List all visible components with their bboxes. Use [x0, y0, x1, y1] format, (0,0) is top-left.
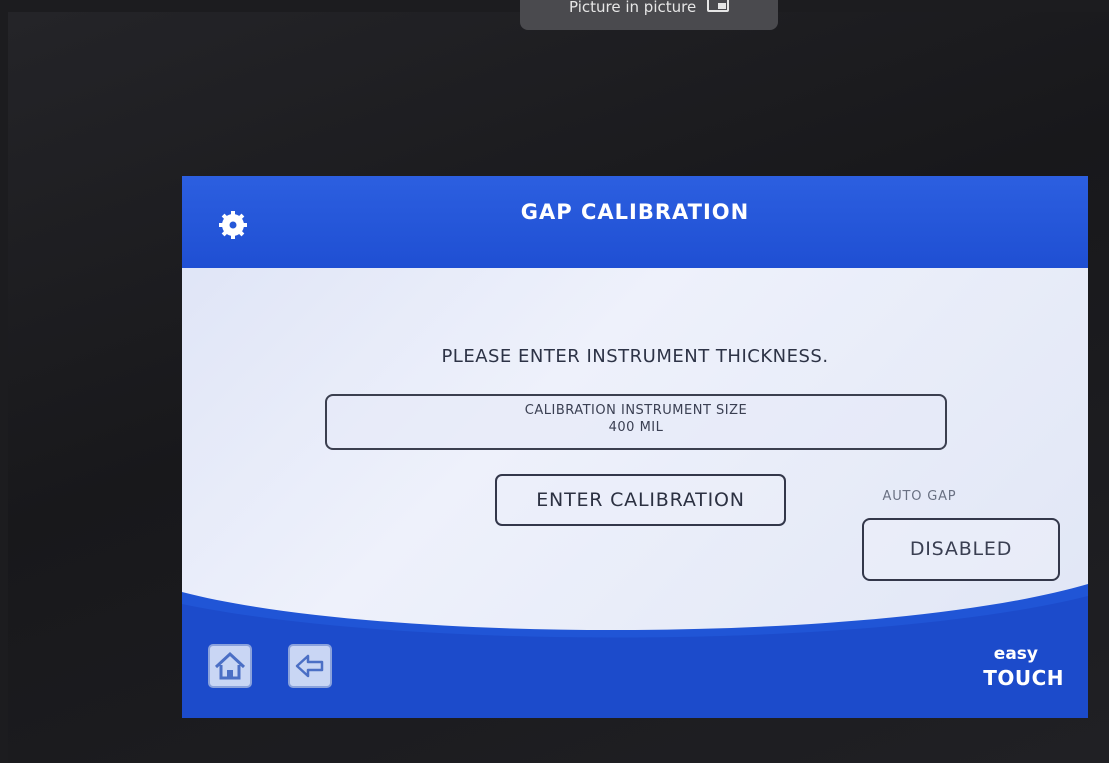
auto-gap-label: AUTO GAP: [882, 489, 957, 504]
auto-gap-toggle-button[interactable]: DISABLED: [862, 518, 1060, 581]
header-bar: GAP CALIBRATION: [182, 176, 1088, 268]
picture-in-picture-overlay[interactable]: Picture in picture: [520, 0, 778, 30]
instrument-size-label: CALIBRATION INSTRUMENT SIZE: [524, 403, 748, 418]
brand-bottom: TOUCH: [983, 666, 1064, 690]
page-title: GAP CALIBRATION: [520, 200, 750, 224]
home-icon[interactable]: [208, 644, 252, 688]
instruction-text: PLEASE ENTER INSTRUMENT THICKNESS.: [441, 346, 829, 367]
pip-icon: [706, 0, 729, 12]
brand-top: easy: [993, 644, 1038, 664]
device-screen: GAP CALIBRATION PLEASE ENTER INSTRUMENT …: [182, 176, 1088, 718]
enter-calibration-button[interactable]: ENTER CALIBRATION: [495, 474, 786, 526]
instrument-size-value: 400 MIL: [608, 420, 664, 435]
easy-touch-logo: easy TOUCH: [978, 644, 1068, 704]
instrument-size-field[interactable]: CALIBRATION INSTRUMENT SIZE 400 MIL: [325, 394, 947, 450]
back-arrow-icon[interactable]: [288, 644, 332, 688]
pip-label: Picture in picture: [569, 0, 697, 16]
